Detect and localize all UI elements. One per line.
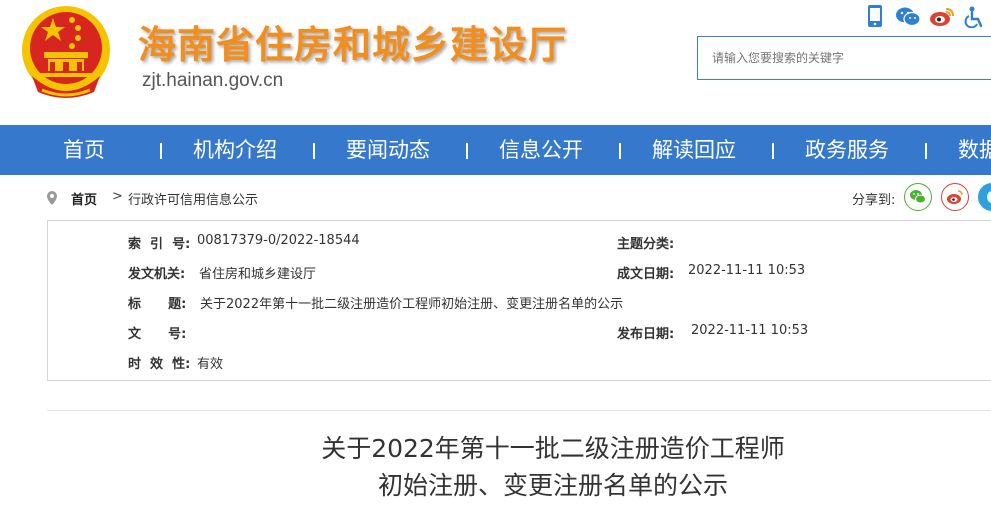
nav-separator	[772, 143, 774, 159]
created-date-label: 成文日期:	[617, 267, 675, 282]
site-domain: zjt.hainan.gov.cn	[142, 70, 284, 91]
weibo-icon[interactable]	[929, 6, 955, 32]
national-emblem-icon	[22, 6, 110, 98]
search-box	[697, 36, 991, 80]
doc-number-label: 文 号:	[128, 327, 187, 342]
index-value: 00817379-0/2022-18544	[197, 233, 360, 248]
document-metadata: 索 引 号: 00817379-0/2022-18544 主题分类: 发文机关:…	[47, 220, 991, 381]
top-toolbar	[861, 4, 991, 30]
nav-separator	[160, 143, 162, 159]
nav-separator	[313, 143, 315, 159]
qq-icon	[987, 191, 991, 203]
issuer-value: 省住房和城乡建设厅	[199, 267, 317, 282]
site-title[interactable]: 海南省住房和城乡建设厅	[138, 14, 567, 69]
article-title-line-1: 关于2022年第十一批二级注册造价工程师	[321, 434, 785, 463]
created-date-value: 2022-11-11 10:53	[688, 263, 806, 278]
published-date-label: 发布日期:	[617, 327, 675, 342]
nav-separator	[619, 143, 621, 159]
nav-item-gov-services[interactable]: 政务服务	[805, 125, 889, 175]
article-title-line-2: 初始注册、变更注册名单的公示	[377, 471, 728, 500]
breadcrumb: 首页 > 行政许可信用信息公示 分享到:	[0, 175, 991, 219]
share-weibo-button[interactable]	[941, 183, 969, 211]
mobile-icon[interactable]	[867, 4, 883, 32]
breadcrumb-current[interactable]: 行政许可信用信息公示	[128, 189, 258, 208]
validity-value: 有效	[197, 357, 224, 372]
nav-separator	[925, 143, 927, 159]
share-label: 分享到:	[852, 193, 896, 208]
accessibility-icon[interactable]	[963, 6, 985, 32]
main-nav: 首页 机构介绍 要闻动态 信息公开 解读回应 政务服务 数据	[0, 125, 991, 175]
location-pin-icon	[47, 191, 57, 205]
nav-item-news[interactable]: 要闻动态	[346, 125, 430, 175]
breadcrumb-separator: >	[112, 189, 123, 204]
issuer-label: 发文机关:	[128, 267, 186, 282]
title-label: 标 题:	[128, 297, 187, 312]
share-wechat-button[interactable]	[904, 183, 932, 211]
wechat-icon	[910, 190, 926, 204]
article-title: 关于2022年第十一批二级注册造价工程师 初始注册、变更注册名单的公示	[0, 430, 991, 504]
index-label: 索 引 号:	[128, 237, 191, 252]
nav-item-interpretation[interactable]: 解读回应	[652, 125, 736, 175]
nav-item-data[interactable]: 数据	[958, 125, 991, 175]
nav-item-organization[interactable]: 机构介绍	[193, 125, 277, 175]
nav-item-home[interactable]: 首页	[63, 125, 105, 175]
topic-label: 主题分类:	[617, 237, 675, 252]
published-date-value: 2022-11-11 10:53	[691, 323, 809, 338]
site-header: 海南省住房和城乡建设厅 zjt.hainan.gov.cn	[0, 0, 991, 125]
nav-separator	[466, 143, 468, 159]
share-qq-button[interactable]	[978, 183, 991, 211]
divider	[47, 410, 991, 411]
breadcrumb-home[interactable]: 首页	[71, 189, 97, 208]
title-value: 关于2022年第十一批二级注册造价工程师初始注册、变更注册名单的公示	[200, 297, 624, 312]
validity-label: 时 效 性:	[128, 357, 191, 372]
search-input[interactable]	[698, 37, 991, 79]
weibo-icon	[947, 190, 963, 204]
wechat-icon[interactable]	[895, 6, 921, 32]
nav-item-info-disclosure[interactable]: 信息公开	[499, 125, 583, 175]
